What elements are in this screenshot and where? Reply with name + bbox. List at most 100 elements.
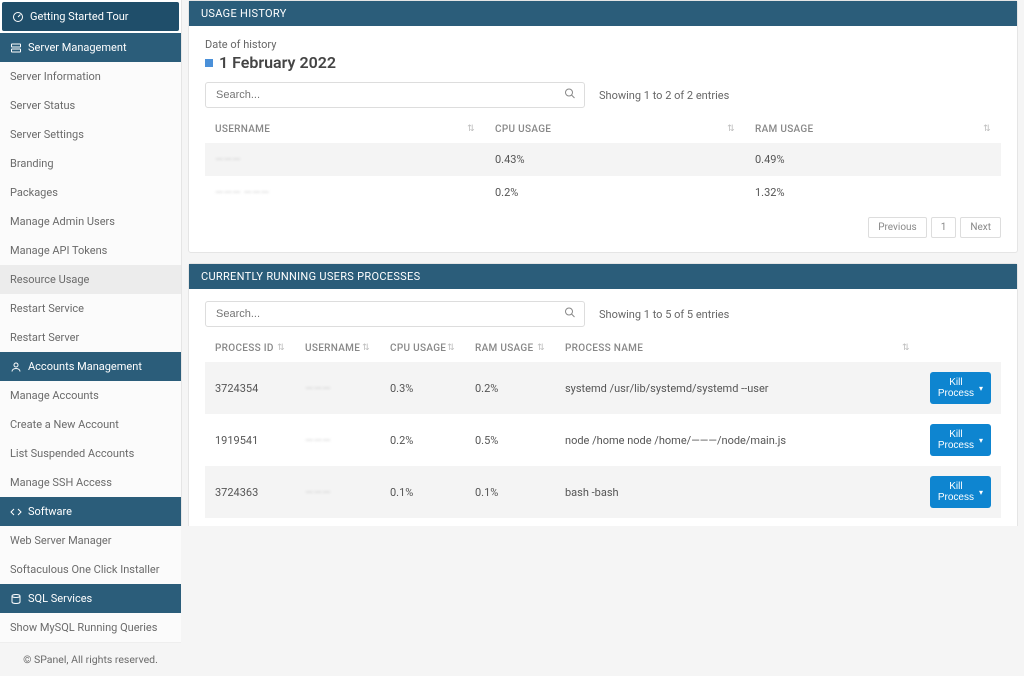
proc-ram: 0.5% [465,414,555,466]
sort-icon: ⇅ [467,124,475,134]
section-icon [10,593,22,605]
chevron-down-icon: ▾ [979,436,983,445]
proc-ram: 0.1% [465,466,555,518]
sort-icon: ⇅ [537,343,545,353]
usage-entries-info: Showing 1 to 2 of 2 entries [599,89,729,102]
usage-search-input[interactable] [206,83,584,107]
proc-cpu: 0.0% [380,518,465,526]
sidebar-item-web-server-manager[interactable]: Web Server Manager [0,526,181,555]
date-of-history-value: 1 February 2022 [205,53,1001,72]
proc-table: PROCESS ID⇅USERNAME⇅CPU USAGE⇅RAM USAGE⇅… [205,335,1001,526]
kill-process-button[interactable]: Kill Process ▾ [930,424,991,456]
proc-user: ——— [295,362,380,414]
sidebar-section-server-management[interactable]: Server Management [0,33,181,62]
proc-entries-info: Showing 1 to 5 of 5 entries [599,308,729,321]
usage-ram: 0.49% [745,143,1001,176]
sidebar-item-resource-usage[interactable]: Resource Usage [0,265,181,294]
usage-next-button[interactable]: Next [960,217,1001,238]
chevron-down-icon: ▾ [979,384,983,393]
proc-ram: 0.2% [465,362,555,414]
sidebar-item-manage-admin-users[interactable]: Manage Admin Users [0,207,181,236]
usage-col-2[interactable]: RAM USAGE⇅ [745,116,1001,143]
proc-user: ——— [295,414,380,466]
proc-search-input[interactable] [206,302,584,326]
proc-ram: 0.9% [465,518,555,526]
usage-prev-button[interactable]: Previous [868,217,927,238]
proc-name: node /home node /home/———/node/main.js [555,414,920,466]
tour-label: Getting Started Tour [30,10,129,23]
sidebar-section-software[interactable]: Software [0,497,181,526]
sidebar-item-create-a-new-account[interactable]: Create a New Account [0,410,181,439]
usage-cpu: 0.2% [485,176,745,209]
sidebar-section-sql-services[interactable]: SQL Services [0,584,181,613]
sidebar-item-branding[interactable]: Branding [0,149,181,178]
search-icon[interactable] [564,88,576,103]
sort-icon: ⇅ [727,124,735,134]
proc-user: ——— [295,518,380,526]
usage-pager: Previous 1 Next [205,209,1001,240]
sidebar-item-server-settings[interactable]: Server Settings [0,120,181,149]
proc-col-1[interactable]: USERNAME⇅ [295,335,380,362]
proc-cpu: 0.3% [380,362,465,414]
sidebar-item-softaculous-one-click-installer[interactable]: Softaculous One Click Installer [0,555,181,584]
usage-history-title: USAGE HISTORY [189,1,1017,26]
chevron-down-icon: ▾ [979,488,983,497]
main-content: USAGE HISTORY Date of history 1 February… [182,0,1024,526]
table-row: ——— ———0.2%1.32% [205,176,1001,209]
sort-icon: ⇅ [902,343,910,353]
sidebar-item-restart-service[interactable]: Restart Service [0,294,181,323]
proc-pid: 1919541 [205,414,295,466]
usage-ram: 1.32% [745,176,1001,209]
sidebar-item-manage-ssh-access[interactable]: Manage SSH Access [0,468,181,497]
proc-col-4[interactable]: PROCESS NAME⇅ [555,335,920,362]
sidebar-item-restart-server[interactable]: Restart Server [0,323,181,352]
sort-icon: ⇅ [983,124,991,134]
proc-pid: 1918050 [205,518,295,526]
table-row: 3724363———0.1%0.1%bash -bashKill Process… [205,466,1001,518]
usage-col-1[interactable]: CPU USAGE⇅ [485,116,745,143]
sidebar: Getting Started Tour Server ManagementSe… [0,0,182,526]
kill-process-button[interactable]: Kill Process ▾ [930,476,991,508]
section-icon [10,42,22,54]
search-icon[interactable] [564,307,576,322]
sort-icon: ⇅ [447,343,455,353]
sidebar-item-show-mysql-running-queries[interactable]: Show MySQL Running Queries [0,613,181,642]
proc-col-0[interactable]: PROCESS ID⇅ [205,335,295,362]
usage-user: ——— [205,143,485,176]
gauge-icon [12,11,24,23]
proc-pid: 3724363 [205,466,295,518]
sort-icon: ⇅ [277,343,285,353]
sidebar-footer: © SPanel, All rights reserved. [0,642,181,676]
proc-cpu: 0.2% [380,414,465,466]
sort-icon: ⇅ [362,343,370,353]
table-row: ———0.43%0.49% [205,143,1001,176]
usage-user: ——— ——— [205,176,485,209]
getting-started-tour-button[interactable]: Getting Started Tour [2,2,179,31]
calendar-square-icon [205,59,213,67]
sidebar-section-accounts-management[interactable]: Accounts Management [0,352,181,381]
section-icon [10,361,22,373]
proc-cpu: 0.1% [380,466,465,518]
sidebar-item-packages[interactable]: Packages [0,178,181,207]
processes-title: CURRENTLY RUNNING USERS PROCESSES [189,264,1017,289]
proc-col-2[interactable]: CPU USAGE⇅ [380,335,465,362]
usage-history-panel: USAGE HISTORY Date of history 1 February… [188,0,1018,253]
table-row: 3724354———0.3%0.2%systemd /usr/lib/syste… [205,362,1001,414]
proc-name: PM2 v5.1.0 PM2 v5.1.0: God Daemon (/home… [555,518,920,526]
usage-search-box [205,82,585,108]
kill-process-button[interactable]: Kill Process ▾ [930,372,991,404]
sidebar-item-server-information[interactable]: Server Information [0,62,181,91]
section-icon [10,506,22,518]
proc-col-5 [920,335,1001,362]
usage-page-button[interactable]: 1 [931,217,957,238]
usage-cpu: 0.43% [485,143,745,176]
proc-search-box [205,301,585,327]
sidebar-item-manage-accounts[interactable]: Manage Accounts [0,381,181,410]
sidebar-item-server-status[interactable]: Server Status [0,91,181,120]
usage-col-0[interactable]: USERNAME⇅ [205,116,485,143]
sidebar-item-manage-api-tokens[interactable]: Manage API Tokens [0,236,181,265]
proc-col-3[interactable]: RAM USAGE⇅ [465,335,555,362]
usage-table: USERNAME⇅CPU USAGE⇅RAM USAGE⇅ ———0.43%0.… [205,116,1001,209]
proc-pid: 3724354 [205,362,295,414]
sidebar-item-list-suspended-accounts[interactable]: List Suspended Accounts [0,439,181,468]
